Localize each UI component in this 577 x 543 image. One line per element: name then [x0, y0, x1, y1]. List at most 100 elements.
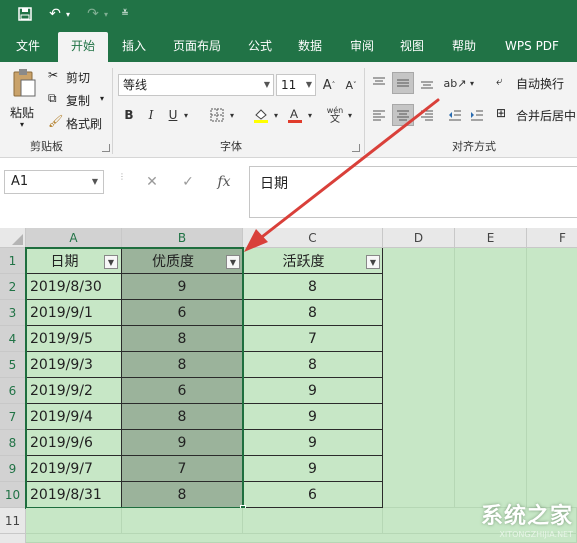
quality-cell[interactable]: 9 — [122, 430, 243, 456]
bold-button[interactable]: B — [118, 104, 140, 126]
activity-cell[interactable]: 6 — [243, 482, 383, 508]
align-left-icon[interactable] — [368, 104, 390, 126]
increase-font-size-button[interactable]: A ˄ — [318, 74, 340, 96]
column-header-d[interactable]: D — [383, 228, 455, 248]
italic-button[interactable]: I — [140, 104, 162, 126]
align-bottom-icon[interactable] — [416, 72, 438, 94]
date-cell[interactable]: 2019/8/31 — [26, 482, 122, 508]
date-cell[interactable]: 2019/8/30 — [26, 274, 122, 300]
copy-button[interactable]: ⧉ 复制 ▾ — [48, 91, 108, 109]
table-header-cell[interactable]: 活跃度 — [243, 248, 383, 274]
row-header[interactable]: 11 — [0, 508, 26, 534]
row-header[interactable]: 6 — [0, 378, 26, 404]
quality-cell[interactable]: 9 — [122, 274, 243, 300]
align-top-icon[interactable] — [368, 72, 390, 94]
format-painter-button[interactable]: 🖌 格式刷 — [48, 114, 110, 132]
row-header[interactable]: 4 — [0, 326, 26, 352]
tab-page-layout[interactable]: 页面布局 — [166, 32, 228, 62]
phonetic-dropdown-icon[interactable]: ▾ — [344, 104, 356, 126]
font-launcher-icon[interactable] — [352, 144, 360, 152]
column-header-c[interactable]: C — [243, 228, 383, 248]
font-size-select[interactable]: 11 ▼ — [276, 74, 316, 96]
font-name-select[interactable]: 等线 ▼ — [118, 74, 274, 96]
cut-button[interactable]: ✂ 剪切 — [48, 68, 108, 86]
tab-wps-pdf[interactable]: WPS PDF — [494, 32, 570, 62]
align-right-icon[interactable] — [416, 104, 438, 126]
activity-cell[interactable]: 8 — [243, 274, 383, 300]
quality-cell[interactable]: 8 — [122, 326, 243, 352]
undo-dropdown-icon[interactable]: ▾ — [62, 4, 74, 24]
borders-dropdown-icon[interactable]: ▾ — [226, 104, 238, 126]
increase-indent-icon[interactable] — [466, 104, 488, 126]
paste-dropdown-icon[interactable]: ▾ — [20, 120, 24, 129]
insert-function-icon[interactable]: fx — [206, 170, 242, 194]
activity-cell[interactable]: 9 — [243, 456, 383, 482]
formula-input[interactable]: 日期 — [249, 166, 577, 218]
empty-cell-area[interactable] — [383, 248, 455, 508]
cancel-icon[interactable]: ✕ — [134, 170, 170, 194]
align-center-icon[interactable] — [392, 104, 414, 126]
date-cell[interactable]: 2019/9/1 — [26, 300, 122, 326]
worksheet[interactable]: A B C D E F 1 2 3 4 5 6 7 8 9 10 11 日期 ▼… — [0, 228, 577, 543]
wrap-text-button[interactable]: ⤶ 自动换行 — [496, 74, 576, 94]
column-header-b[interactable]: B — [122, 228, 243, 248]
phonetic-guide-button[interactable]: wén 文 — [324, 104, 346, 126]
decrease-font-size-button[interactable]: A ˅ — [340, 74, 362, 96]
tab-formulas[interactable]: 公式 — [238, 32, 282, 62]
date-cell[interactable]: 2019/9/5 — [26, 326, 122, 352]
row-header[interactable]: 7 — [0, 404, 26, 430]
activity-cell[interactable]: 8 — [243, 352, 383, 378]
column-header-f[interactable]: F — [527, 228, 577, 248]
tab-review[interactable]: 审阅 — [340, 32, 384, 62]
tab-insert[interactable]: 插入 — [112, 32, 156, 62]
table-header-cell[interactable]: 优质度 — [122, 248, 243, 274]
activity-cell[interactable]: 8 — [243, 300, 383, 326]
quality-cell[interactable]: 6 — [122, 300, 243, 326]
row-header[interactable]: 1 — [0, 248, 26, 274]
tab-help[interactable]: 帮助 — [442, 32, 486, 62]
tab-view[interactable]: 视图 — [390, 32, 434, 62]
empty-cell-area[interactable] — [455, 248, 527, 508]
font-color-dropdown-icon[interactable]: ▾ — [304, 104, 316, 126]
redo-dropdown-icon[interactable]: ▾ — [100, 4, 112, 24]
orientation-icon[interactable]: ab↗ — [444, 72, 467, 94]
chevron-down-icon[interactable]: ▼ — [92, 171, 98, 193]
date-cell[interactable]: 2019/9/7 — [26, 456, 122, 482]
enter-icon[interactable]: ✓ — [170, 170, 206, 194]
activity-cell[interactable]: 9 — [243, 404, 383, 430]
date-cell[interactable]: 2019/9/6 — [26, 430, 122, 456]
save-icon[interactable] — [14, 4, 36, 24]
filter-dropdown-icon[interactable]: ▼ — [226, 255, 240, 269]
row-header[interactable]: 5 — [0, 352, 26, 378]
activity-cell[interactable]: 9 — [243, 378, 383, 404]
tab-data[interactable]: 数据 — [288, 32, 332, 62]
row-header[interactable]: 8 — [0, 430, 26, 456]
column-header-e[interactable]: E — [455, 228, 527, 248]
empty-cell-area[interactable] — [243, 508, 383, 534]
quality-cell[interactable]: 8 — [122, 404, 243, 430]
date-cell[interactable]: 2019/9/2 — [26, 378, 122, 404]
filter-dropdown-icon[interactable]: ▼ — [366, 255, 380, 269]
clipboard-launcher-icon[interactable] — [102, 144, 110, 152]
empty-cell-area[interactable] — [122, 508, 243, 534]
orientation-dropdown-icon[interactable]: ▾ — [466, 72, 478, 94]
row-header[interactable]: 2 — [0, 274, 26, 300]
quality-cell[interactable]: 6 — [122, 378, 243, 404]
borders-icon[interactable] — [206, 104, 228, 126]
quality-cell[interactable]: 8 — [122, 352, 243, 378]
paste-button[interactable]: 粘贴 ▾ — [6, 66, 42, 132]
decrease-indent-icon[interactable] — [444, 104, 466, 126]
name-box[interactable]: A1 ▼ — [4, 170, 104, 194]
filter-dropdown-icon[interactable]: ▼ — [104, 255, 118, 269]
copy-dropdown-icon[interactable]: ▾ — [100, 94, 104, 103]
row-header[interactable]: 9 — [0, 456, 26, 482]
font-color-icon[interactable]: A — [284, 104, 306, 126]
row-header[interactable]: 3 — [0, 300, 26, 326]
merge-center-button[interactable]: ⊞ 合并后居中 — [496, 106, 577, 126]
activity-cell[interactable]: 9 — [243, 430, 383, 456]
tab-home[interactable]: 开始 — [58, 32, 108, 62]
date-cell[interactable]: 2019/9/3 — [26, 352, 122, 378]
tab-file[interactable]: 文件 — [6, 32, 50, 62]
select-all-corner[interactable] — [0, 228, 26, 248]
empty-cell-area[interactable] — [527, 248, 577, 508]
